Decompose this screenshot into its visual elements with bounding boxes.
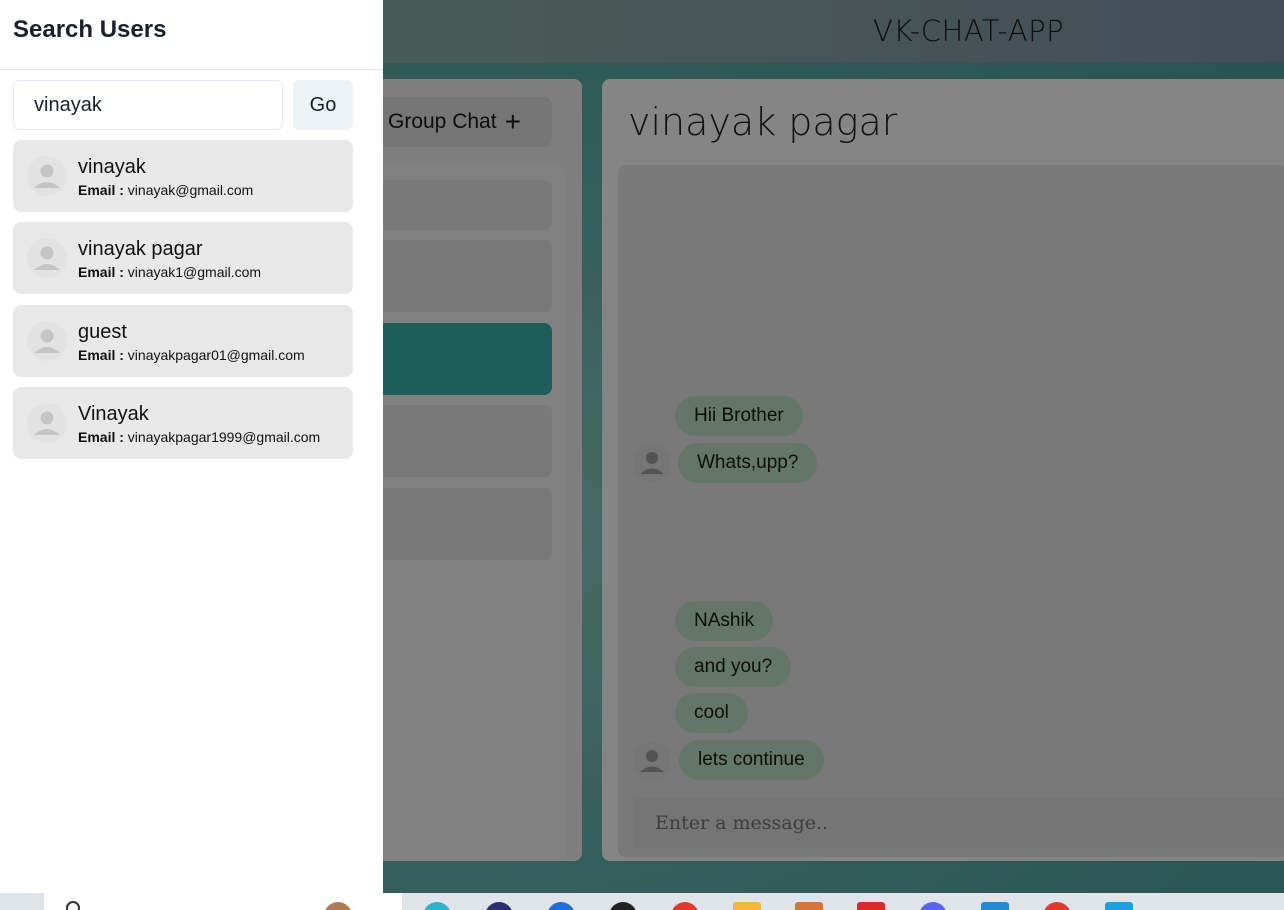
user-email-value: vinayak1@gmail.com bbox=[127, 264, 262, 280]
email-label: Email : bbox=[78, 347, 124, 363]
user-email-value: vinayakpagar01@gmail.com bbox=[127, 347, 305, 363]
user-name: Vinayak bbox=[78, 403, 149, 425]
user-avatar-icon bbox=[27, 156, 67, 196]
user-avatar-icon bbox=[27, 321, 67, 361]
email-label: Email : bbox=[78, 264, 124, 280]
file-explorer-icon[interactable] bbox=[733, 902, 761, 910]
search-users-drawer: Search Users vinayak Go vinayak Email : … bbox=[0, 0, 383, 893]
go-button[interactable]: Go bbox=[293, 80, 353, 130]
app-icon[interactable] bbox=[547, 902, 575, 910]
search-icon bbox=[66, 901, 80, 910]
app-icon[interactable] bbox=[795, 902, 823, 910]
vscode-icon[interactable] bbox=[981, 902, 1009, 910]
user-result-item[interactable]: vinayak pagar Email : vinayak1@gmail.com bbox=[13, 222, 353, 294]
drawer-title: Search Users bbox=[13, 16, 167, 43]
divider bbox=[0, 69, 383, 70]
user-email-value: vinayakpagar1999@gmail.com bbox=[127, 429, 321, 445]
user-name: guest bbox=[78, 321, 127, 343]
app-icon[interactable] bbox=[857, 902, 885, 910]
user-email: Email : vinayakpagar1999@gmail.com bbox=[78, 429, 320, 445]
edge-icon[interactable] bbox=[423, 902, 451, 910]
app-icon[interactable] bbox=[609, 902, 637, 910]
user-avatar-icon bbox=[27, 403, 67, 443]
user-result-item[interactable]: Vinayak Email : vinayakpagar1999@gmail.c… bbox=[13, 387, 353, 459]
user-result-item[interactable]: guest Email : vinayakpagar01@gmail.com bbox=[13, 305, 353, 377]
user-email: Email : vinayak1@gmail.com bbox=[78, 264, 261, 280]
discord-icon[interactable] bbox=[919, 902, 947, 910]
os-taskbar bbox=[0, 893, 1284, 910]
user-email: Email : vinayak@gmail.com bbox=[78, 182, 253, 198]
user-email: Email : vinayakpagar01@gmail.com bbox=[78, 347, 305, 363]
user-result-item[interactable]: vinayak Email : vinayak@gmail.com bbox=[13, 140, 353, 212]
user-avatar-icon bbox=[27, 238, 67, 278]
search-input[interactable]: vinayak bbox=[13, 80, 283, 130]
app-icon[interactable] bbox=[1105, 902, 1133, 910]
user-name: vinayak pagar bbox=[78, 238, 203, 260]
user-name: vinayak bbox=[78, 156, 146, 178]
email-label: Email : bbox=[78, 429, 124, 445]
email-label: Email : bbox=[78, 182, 124, 198]
user-email-value: vinayak@gmail.com bbox=[127, 182, 254, 198]
chrome-icon[interactable] bbox=[671, 902, 699, 910]
app-icon[interactable] bbox=[485, 902, 513, 910]
app-icon[interactable] bbox=[1043, 902, 1071, 910]
